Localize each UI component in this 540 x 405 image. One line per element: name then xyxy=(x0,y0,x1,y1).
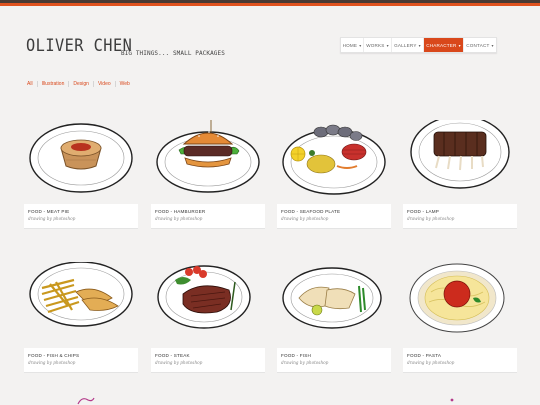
gallery-item-title[interactable]: FOOD - MEAT PIE xyxy=(28,209,69,214)
gallery-item-subtitle: drawing by photoshop xyxy=(155,360,203,365)
gallery-item-title[interactable]: FOOD - STEAK xyxy=(155,353,190,358)
gallery-item-hamburger[interactable]: FOOD - HAMBURGER drawing by photoshop xyxy=(151,120,265,229)
decorative-dot xyxy=(450,398,454,402)
nav-works-label: WORKS xyxy=(366,42,385,48)
decorative-squiggle xyxy=(77,397,95,405)
filter-illustration[interactable]: Illustration xyxy=(38,81,69,87)
nav-home[interactable]: HOME ▾ xyxy=(341,38,364,52)
gallery-item-subtitle: drawing by photoshop xyxy=(281,216,329,221)
nav-character[interactable]: CHARACTER ▾ xyxy=(424,38,464,52)
lamb-ribs-illustration[interactable] xyxy=(403,120,517,202)
portfolio-filters: All Illustration Design Video Web xyxy=(27,80,134,88)
filter-design[interactable]: Design xyxy=(69,81,93,87)
chevron-down-icon: ▾ xyxy=(386,42,389,48)
meat-pie-illustration[interactable] xyxy=(24,120,138,202)
gallery-item-caption: FOOD - HAMBURGER drawing by photoshop xyxy=(151,204,265,229)
gallery-item-subtitle: drawing by photoshop xyxy=(28,216,76,221)
seafood-plate-illustration[interactable] xyxy=(277,120,391,202)
gallery-item-caption: FOOD - FISH & CHIPS drawing by photoshop xyxy=(24,348,138,373)
filter-web[interactable]: Web xyxy=(116,81,134,87)
gallery-item-title[interactable]: FOOD - FISH & CHIPS xyxy=(28,353,79,358)
gallery-item-lamp[interactable]: FOOD - LAMP drawing by photoshop xyxy=(403,120,517,229)
hamburger-illustration[interactable] xyxy=(151,120,265,202)
site-logo[interactable]: OLIVER CHEN xyxy=(26,36,132,56)
gallery-item-caption: FOOD - SEAFOOD PLATE drawing by photosho… xyxy=(277,204,391,229)
gallery-item-fish-chips[interactable]: FOOD - FISH & CHIPS drawing by photoshop xyxy=(24,262,138,373)
nav-gallery[interactable]: GALLERY ▾ xyxy=(392,38,424,52)
gallery-item-caption: FOOD - PASTA drawing by photoshop xyxy=(403,348,517,373)
gallery-item-meat-pie[interactable]: FOOD - MEAT PIE drawing by photoshop xyxy=(24,120,138,229)
gallery-item-title[interactable]: FOOD - SEAFOOD PLATE xyxy=(281,209,340,214)
chevron-down-icon: ▾ xyxy=(491,42,494,48)
gallery-item-title[interactable]: FOOD - HAMBURGER xyxy=(155,209,205,214)
gallery-item-pasta[interactable]: FOOD - PASTA drawing by photoshop xyxy=(403,262,517,373)
chevron-down-icon: ▾ xyxy=(418,42,421,48)
gallery-item-subtitle: drawing by photoshop xyxy=(407,216,455,221)
gallery-item-title[interactable]: FOOD - PASTA xyxy=(407,353,441,358)
filter-video[interactable]: Video xyxy=(94,81,115,87)
gallery-item-fish[interactable]: FOOD - FISH drawing by photoshop xyxy=(277,262,391,373)
top-stripe xyxy=(0,0,540,6)
site-tagline: BIG THINGS... SMALL PACKAGES xyxy=(121,50,225,57)
chevron-down-icon: ▾ xyxy=(458,42,461,48)
gallery-item-caption: FOOD - FISH drawing by photoshop xyxy=(277,348,391,373)
gallery-item-caption: FOOD - MEAT PIE drawing by photoshop xyxy=(24,204,138,229)
gallery-item-subtitle: drawing by photoshop xyxy=(155,216,203,221)
fish-and-chips-illustration[interactable] xyxy=(24,262,138,344)
nav-gallery-label: GALLERY xyxy=(394,42,417,48)
filter-all[interactable]: All xyxy=(27,81,37,87)
gallery-item-steak[interactable]: FOOD - STEAK drawing by photoshop xyxy=(151,262,265,373)
fish-illustration[interactable] xyxy=(277,262,391,344)
gallery-item-caption: FOOD - STEAK drawing by photoshop xyxy=(151,348,265,373)
gallery-item-subtitle: drawing by photoshop xyxy=(407,360,455,365)
gallery-item-caption: FOOD - LAMP drawing by photoshop xyxy=(403,204,517,229)
main-nav: HOME ▾ WORKS ▾ GALLERY ▾ CHARACTER ▾ CONTACT… xyxy=(340,37,497,53)
pasta-illustration[interactable] xyxy=(403,262,517,344)
steak-illustration[interactable] xyxy=(151,262,265,344)
gallery-item-subtitle: drawing by photoshop xyxy=(28,360,76,365)
gallery-item-title[interactable]: FOOD - FISH xyxy=(281,353,311,358)
nav-character-label: CHARACTER xyxy=(426,42,457,48)
nav-works[interactable]: WORKS ▾ xyxy=(364,38,392,52)
gallery-item-subtitle: drawing by photoshop xyxy=(281,360,329,365)
nav-contact[interactable]: CONTACT ▾ xyxy=(464,38,496,52)
gallery-item-title[interactable]: FOOD - LAMP xyxy=(407,209,439,214)
nav-home-label: HOME xyxy=(342,42,358,48)
gallery-item-seafood-plate[interactable]: FOOD - SEAFOOD PLATE drawing by photosho… xyxy=(277,120,391,229)
chevron-down-icon: ▾ xyxy=(359,42,362,48)
nav-contact-label: CONTACT xyxy=(466,42,490,48)
